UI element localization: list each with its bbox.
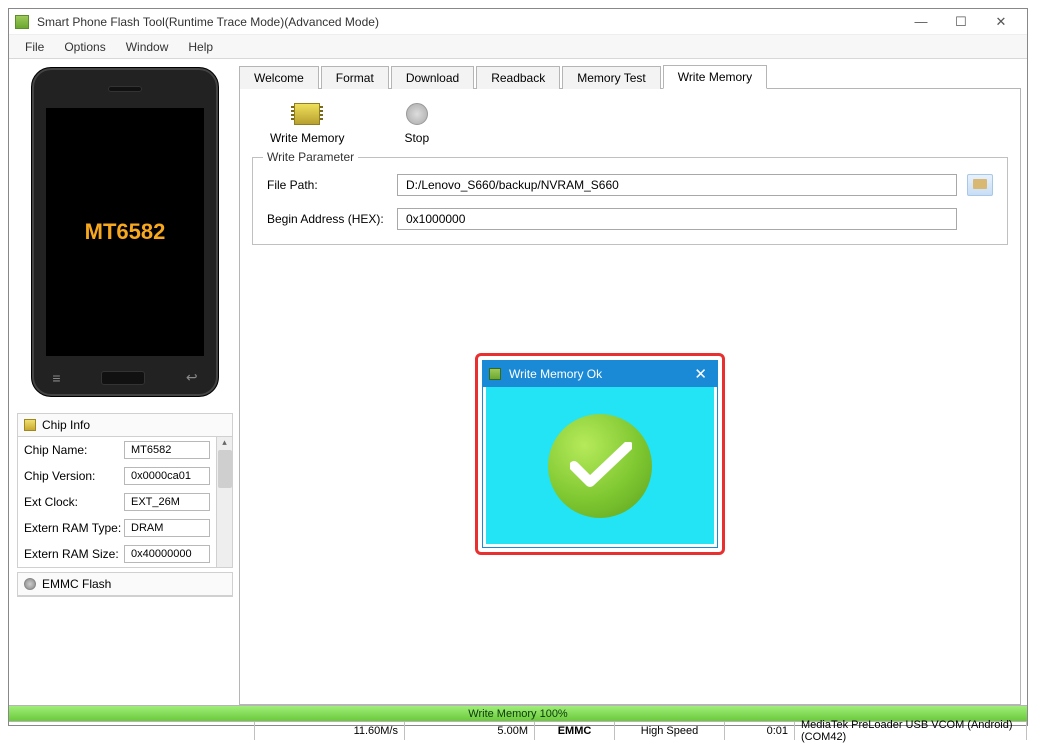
browse-button[interactable]: [967, 174, 993, 196]
stop-button[interactable]: Stop: [404, 103, 429, 145]
tab-welcome[interactable]: Welcome: [239, 66, 319, 89]
file-path-label: File Path:: [267, 178, 397, 192]
chip-name-label: Chip Name:: [24, 443, 124, 457]
back-key-icon: ↩: [186, 369, 198, 386]
tabs: Welcome Format Download Readback Memory …: [239, 65, 1021, 89]
file-path-input[interactable]: [397, 174, 957, 196]
menu-help[interactable]: Help: [178, 40, 223, 54]
status-size: 5.00M: [405, 722, 535, 740]
ram-size-value: 0x40000000: [124, 545, 210, 563]
close-button[interactable]: ✕: [981, 12, 1021, 32]
chip-info-title: Chip Info: [42, 418, 90, 432]
write-parameter-legend: Write Parameter: [263, 150, 358, 164]
minimize-button[interactable]: —: [901, 12, 941, 32]
gear-icon: [24, 578, 36, 590]
menu-options[interactable]: Options: [54, 40, 115, 54]
app-icon: [15, 15, 29, 29]
menu-file[interactable]: File: [15, 40, 54, 54]
success-check-icon: [548, 414, 652, 518]
write-memory-label: Write Memory: [270, 131, 344, 145]
phone-nav: ≡ ↩: [32, 369, 218, 386]
chip-name-value: MT6582: [124, 441, 210, 459]
ext-clock-value: EXT_26M: [124, 493, 210, 511]
stop-icon: [406, 103, 428, 125]
tab-write-memory[interactable]: Write Memory: [663, 65, 767, 89]
phone-mockup: BM MT6582 ≡ ↩: [31, 67, 219, 397]
menu-key-icon: ≡: [52, 370, 60, 386]
stop-label: Stop: [404, 131, 429, 145]
tab-format[interactable]: Format: [321, 66, 389, 89]
begin-address-input[interactable]: [397, 208, 957, 230]
status-storage: EMMC: [535, 722, 615, 740]
ram-size-label: Extern RAM Size:: [24, 547, 124, 561]
modal-highlight: Write Memory Ok ✕: [475, 353, 725, 555]
tab-memory-test[interactable]: Memory Test: [562, 66, 660, 89]
emmc-flash-header: EMMC Flash: [18, 573, 232, 596]
status-speed: 11.60M/s: [255, 722, 405, 740]
ram-type-value: DRAM: [124, 519, 210, 537]
chip-version-value: 0x0000ca01: [124, 467, 210, 485]
modal-title-text: Write Memory Ok: [509, 367, 602, 381]
emmc-flash-title: EMMC Flash: [42, 577, 111, 591]
write-parameter-fieldset: Write Parameter File Path: Begin Address…: [252, 157, 1008, 245]
modal-close-button[interactable]: ✕: [690, 365, 711, 383]
titlebar: Smart Phone Flash Tool(Runtime Trace Mod…: [9, 9, 1027, 35]
tab-download[interactable]: Download: [391, 66, 474, 89]
phone-speaker: [108, 86, 142, 92]
menubar: File Options Window Help: [9, 35, 1027, 59]
window-title: Smart Phone Flash Tool(Runtime Trace Mod…: [37, 15, 901, 29]
emmc-flash-panel: EMMC Flash: [17, 572, 233, 597]
modal-app-icon: [489, 368, 501, 380]
chip-info-scrollbar[interactable]: ▴: [216, 437, 232, 567]
chip-label: MT6582: [85, 219, 166, 245]
ext-clock-label: Ext Clock:: [24, 495, 124, 509]
status-mode: High Speed: [615, 722, 725, 740]
status-device: MediaTek PreLoader USB VCOM (Android) (C…: [795, 722, 1027, 740]
chip-version-label: Chip Version:: [24, 469, 124, 483]
status-bar: Write Memory 100% 11.60M/s 5.00M EMMC Hi…: [9, 705, 1027, 740]
write-memory-ok-dialog: Write Memory Ok ✕: [482, 360, 718, 548]
begin-address-label: Begin Address (HEX):: [267, 212, 397, 226]
phone-screen: MT6582: [46, 108, 204, 356]
status-time: 0:01: [725, 722, 795, 740]
home-key: [101, 371, 145, 385]
maximize-button[interactable]: ☐: [941, 12, 981, 32]
chip-icon: [24, 419, 36, 431]
modal-titlebar[interactable]: Write Memory Ok ✕: [483, 361, 717, 387]
tab-readback[interactable]: Readback: [476, 66, 560, 89]
modal-body: [483, 387, 717, 547]
chip-big-icon: [294, 103, 320, 125]
chip-info-panel: Chip Info Chip Name: MT6582 Chip Version…: [17, 413, 233, 568]
ram-type-label: Extern RAM Type:: [24, 521, 124, 535]
menu-window[interactable]: Window: [116, 40, 179, 54]
write-memory-button[interactable]: Write Memory: [270, 103, 344, 145]
chip-info-header: Chip Info: [18, 414, 232, 437]
